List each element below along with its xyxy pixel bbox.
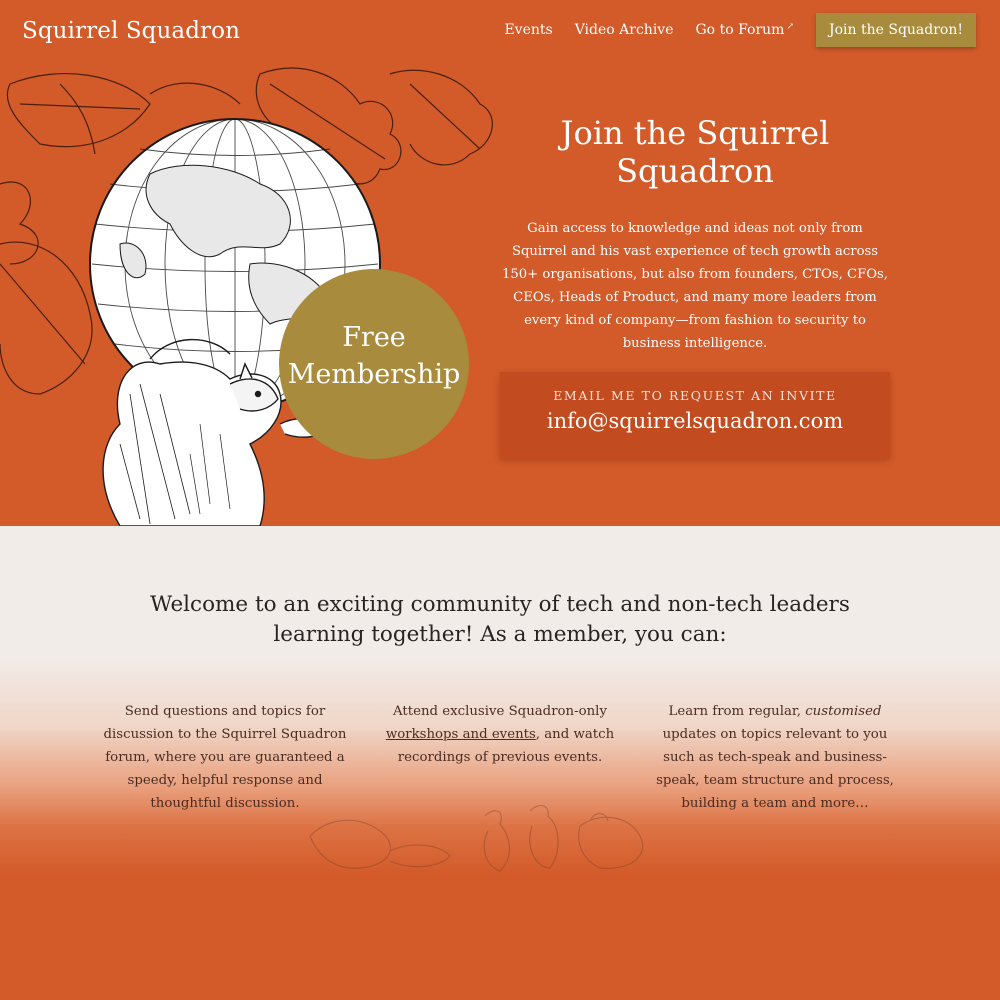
nav-link-events[interactable]: Events: [504, 22, 552, 38]
hero-copy: Join the Squirrel Squadron Gain access t…: [490, 114, 900, 459]
welcome-line-2: learning together! As a member, you can:: [273, 622, 727, 647]
workshops-events-link[interactable]: workshops and events: [386, 727, 536, 742]
hero-description: Gain access to knowledge and ideas not o…: [502, 220, 888, 351]
request-invite-box[interactable]: EMAIL ME TO REQUEST AN INVITE info@squir…: [500, 371, 890, 459]
welcome-line-1: Welcome to an exciting community of tech…: [150, 592, 850, 617]
welcome-heading: Welcome to an exciting community of tech…: [150, 590, 850, 650]
farm-animals-illustration: [309, 804, 644, 872]
brand-logo[interactable]: Squirrel Squadron: [22, 18, 240, 44]
badge-line-2: Membership: [287, 359, 461, 390]
top-navbar: Squirrel Squadron Events Video Archive G…: [0, 0, 1000, 64]
invite-label: EMAIL ME TO REQUEST AN INVITE: [553, 387, 837, 403]
badge-line-1: Free: [342, 322, 406, 353]
join-squadron-button[interactable]: Join the Squadron!: [815, 13, 976, 47]
hero-illustration: [0, 67, 493, 526]
benefit-updates-text-2: updates on topics relevant to you such a…: [656, 727, 894, 811]
nav-links: Events Video Archive Go to Forum ↗ Join t…: [482, 13, 976, 47]
nav-link-video-archive[interactable]: Video Archive: [575, 22, 674, 38]
benefit-updates-text-1: Learn from regular,: [668, 704, 802, 719]
free-membership-badge: Free Membership: [279, 269, 469, 459]
benefit-updates-emphasis: customised: [805, 704, 882, 719]
benefit-events-text-1: Attend exclusive Squadron-only: [393, 704, 607, 719]
nav-link-forum[interactable]: Go to Forum ↗: [696, 22, 794, 38]
benefit-updates: Learn from regular, customised updates o…: [650, 700, 900, 815]
external-link-icon: ↗: [786, 22, 794, 32]
invite-email-link[interactable]: info@squirrelsquadron.com: [500, 409, 890, 433]
hero-title: Join the Squirrel Squadron: [560, 114, 830, 191]
hero-section: Free Membership Join the Squirrel Squadr…: [0, 64, 1000, 526]
nav-link-forum-label: Go to Forum: [695, 22, 785, 38]
member-benefits-section: Welcome to an exciting community of tech…: [0, 526, 1000, 1000]
